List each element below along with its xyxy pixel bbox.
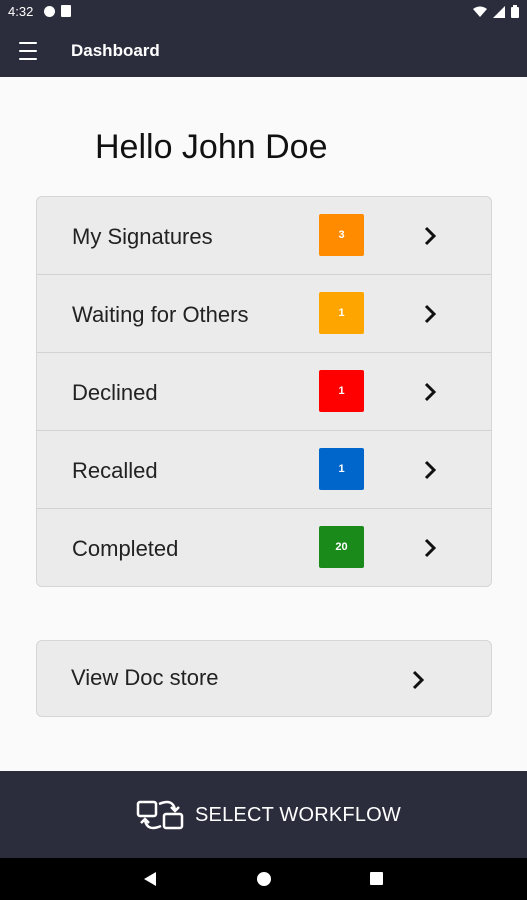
status-bar: 4:32 <box>0 0 527 24</box>
view-doc-store-button[interactable]: View Doc store <box>36 640 492 717</box>
app-bar: Dashboard <box>0 24 527 77</box>
page-title: Dashboard <box>71 41 160 60</box>
chevron-right-icon <box>412 670 425 690</box>
select-workflow-label: SELECT WORKFLOW <box>195 803 401 826</box>
row-recalled[interactable]: Recalled 1 <box>37 431 491 509</box>
count-badge: 3 <box>319 214 364 256</box>
chevron-right-icon <box>424 382 437 402</box>
back-icon[interactable] <box>143 871 157 887</box>
count-badge: 1 <box>319 448 364 490</box>
greeting: Hello John Doe <box>95 128 328 166</box>
status-time: 4:32 <box>8 4 34 19</box>
chevron-right-icon <box>424 460 437 480</box>
chevron-right-icon <box>424 226 437 246</box>
status-left-icons <box>44 5 71 17</box>
workflow-swap-icon <box>136 800 184 830</box>
row-completed[interactable]: Completed 20 <box>37 509 491 586</box>
status-right-icons <box>473 5 519 18</box>
row-label: Completed <box>72 536 179 561</box>
count-badge: 1 <box>319 292 364 334</box>
count-badge: 20 <box>319 526 364 568</box>
sim-card-icon <box>61 5 71 17</box>
row-label: Declined <box>72 380 158 405</box>
doc-store-label: View Doc store <box>71 665 219 690</box>
chevron-right-icon <box>424 304 437 324</box>
row-label: Recalled <box>72 458 158 483</box>
row-label: Waiting for Others <box>72 302 249 327</box>
select-workflow-button[interactable]: SELECT WORKFLOW <box>135 793 401 837</box>
system-nav-bar <box>0 858 527 900</box>
chevron-right-icon <box>424 538 437 558</box>
recents-icon[interactable] <box>370 872 383 885</box>
bottom-action-bar: SELECT WORKFLOW <box>0 771 527 858</box>
hamburger-menu-icon[interactable] <box>14 38 42 64</box>
row-label: My Signatures <box>72 224 213 249</box>
battery-icon <box>511 5 519 18</box>
categories-card: My Signatures 3 Waiting for Others 1 Dec… <box>36 196 492 587</box>
home-icon[interactable] <box>257 872 271 886</box>
signal-icon <box>493 5 505 18</box>
count-badge: 1 <box>319 370 364 412</box>
row-waiting-for-others[interactable]: Waiting for Others 1 <box>37 275 491 353</box>
row-my-signatures[interactable]: My Signatures 3 <box>37 197 491 275</box>
row-declined[interactable]: Declined 1 <box>37 353 491 431</box>
wifi-icon <box>473 6 487 17</box>
privacy-icon <box>44 5 55 17</box>
